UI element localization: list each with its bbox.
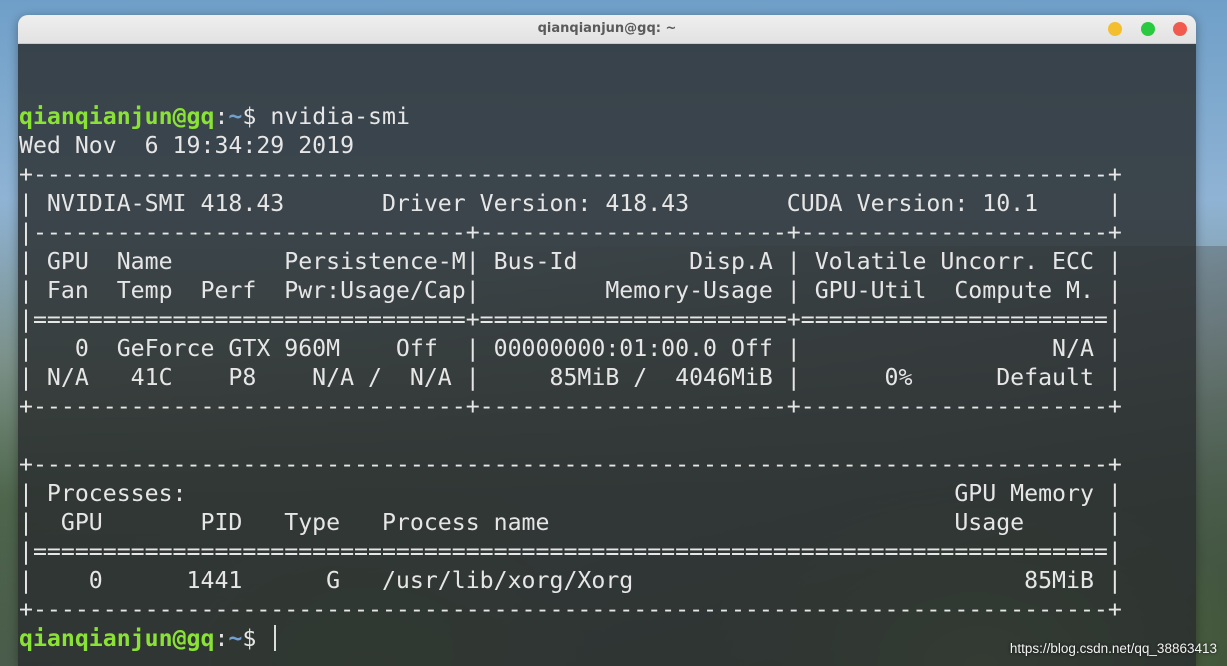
output-line: | N/A 41C P8 N/A / N/A | 85MiB / 4046MiB… [19, 364, 1122, 391]
output-line: |-------------------------------+-------… [19, 219, 1122, 246]
output-line: +---------------------------------------… [19, 451, 1122, 478]
output-line: |===============================+=======… [19, 306, 1122, 333]
minimize-button[interactable] [1108, 22, 1122, 36]
output-line: | 0 1441 G /usr/lib/xorg/Xorg 85MiB | [19, 567, 1122, 594]
prompt-user-host: qianqianjun@gq [19, 103, 215, 130]
prompt-path: ~ [228, 103, 243, 130]
output-line: | Processes: GPU Memory | [19, 480, 1122, 507]
output-line: | Fan Temp Perf Pwr:Usage/Cap| Memory-Us… [19, 277, 1122, 304]
output-line: | 0 GeForce GTX 960M Off | 00000000:01:0… [19, 335, 1122, 362]
output-line: Wed Nov 6 19:34:29 2019 [19, 132, 355, 159]
terminal-area[interactable]: qianqianjun@gq:~$ nvidia-smi Wed Nov 6 1… [18, 44, 1196, 666]
prompt-symbol: $ [242, 103, 271, 130]
output-line: | GPU PID Type Process name Usage | [19, 509, 1122, 536]
output-line: +---------------------------------------… [19, 161, 1122, 188]
maximize-button[interactable] [1141, 22, 1155, 36]
prompt-separator: : [214, 103, 229, 130]
output-line: +-------------------------------+-------… [19, 393, 1122, 420]
prompt-line: qianqianjun@gq:~$ [19, 624, 277, 653]
close-button[interactable] [1173, 22, 1187, 36]
output-line: +---------------------------------------… [19, 596, 1122, 623]
output-line: | GPU Name Persistence-M| Bus-Id Disp.A … [19, 248, 1122, 275]
prompt-line: qianqianjun@gq:~$ nvidia-smi [19, 102, 410, 131]
text-cursor [274, 625, 277, 651]
command-text: nvidia-smi [270, 103, 410, 130]
title-bar[interactable]: qianqianjun@gq: ~ [18, 15, 1196, 44]
window-title: qianqianjun@gq: ~ [537, 21, 677, 36]
prompt-separator: : [214, 625, 229, 652]
terminal-window: qianqianjun@gq: ~ qianqianjun@gq:~$ nvid… [18, 15, 1196, 666]
watermark-text: https://blog.csdn.net/qq_38863413 [1009, 641, 1217, 656]
prompt-path: ~ [228, 625, 243, 652]
output-line: |=======================================… [19, 538, 1122, 565]
output-line: | NVIDIA-SMI 418.43 Driver Version: 418.… [19, 190, 1122, 217]
prompt-user-host: qianqianjun@gq [19, 625, 215, 652]
prompt-symbol: $ [242, 625, 271, 652]
